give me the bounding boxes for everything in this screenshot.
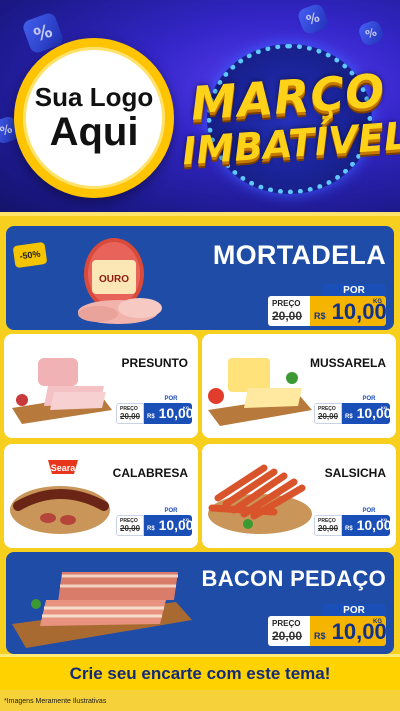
por-label: POR	[322, 284, 386, 296]
cta-banner[interactable]: Crie seu encarte com este tema!	[0, 654, 400, 690]
price-tag: POR PREÇO 20,00 R$ 10,00 KG	[268, 604, 387, 646]
product-title: SALSICHA	[324, 466, 386, 480]
price-tag: POR PREÇO 20,00 R$ 10,00 KG	[314, 506, 392, 536]
new-price: R$ 10,00 KG	[310, 296, 387, 326]
logo-placeholder: Sua Logo Aqui	[14, 38, 174, 198]
mortadela-image: OURO	[78, 238, 162, 324]
product-title: MUSSARELA	[309, 356, 386, 370]
logo-text-line1: Sua Logo	[34, 81, 154, 112]
price-tag: POR PREÇO 20,00 R$ 10,00 KG	[116, 394, 194, 424]
calabresa-image: Seara	[10, 460, 110, 534]
bacon-image	[12, 572, 192, 648]
presunto-image	[12, 358, 112, 424]
discount-badge: -50%	[12, 241, 48, 269]
offers-panel: -50% OURO MORTADELA POR PREÇO 20,00 R$ 1…	[0, 212, 400, 694]
product-title: MORTADELA	[212, 240, 386, 270]
logo-text-line2: Aqui	[49, 110, 139, 155]
product-title: PRESUNTO	[121, 356, 188, 370]
salsicha-image	[208, 464, 312, 534]
product-card-calabresa[interactable]: Seara CALABRESA POR PREÇO 20,00 R$ 10,00 K…	[4, 444, 198, 548]
price-tag: POR PREÇO 20,00 R$ 10,00 KG	[116, 506, 194, 536]
brand-label: Seara	[51, 463, 77, 473]
mussarela-image	[208, 358, 312, 426]
percent-icon: %	[356, 18, 386, 48]
brand-label: OURO	[99, 274, 129, 285]
percent-icon: %	[296, 2, 330, 36]
product-title: BACON PEDAÇO	[201, 566, 386, 591]
featured-card-mortadela[interactable]: -50% OURO MORTADELA POR PREÇO 20,00 R$ 1…	[6, 226, 394, 330]
product-card-presunto[interactable]: PRESUNTO POR PREÇO 20,00 R$ 10,00 KG	[4, 334, 198, 438]
product-title: CALABRESA	[112, 466, 188, 480]
featured-card-bacon[interactable]: BACON PEDAÇO POR PREÇO 20,00 R$ 10,00 KG	[6, 552, 394, 654]
header-banner: % % % % Sua Logo Aqui MARÇO IMBATÍVEL	[0, 0, 400, 212]
campaign-title: MARÇO IMBATÍVEL	[181, 44, 400, 194]
product-card-salsicha[interactable]: SALSICHA POR PREÇO 20,00 R$ 10,00 KG	[202, 444, 396, 548]
price-tag: POR PREÇO 20,00 R$ 10,00 KG	[268, 284, 387, 326]
price-tag: POR PREÇO 20,00 R$ 10,00 KG	[314, 394, 392, 424]
disclaimer-note: *Imagens Meramente Ilustrativas	[4, 698, 107, 705]
product-card-mussarela[interactable]: MUSSARELA POR PREÇO 20,00 R$ 10,00 KG	[202, 334, 396, 438]
old-price: PREÇO 20,00	[268, 296, 310, 326]
